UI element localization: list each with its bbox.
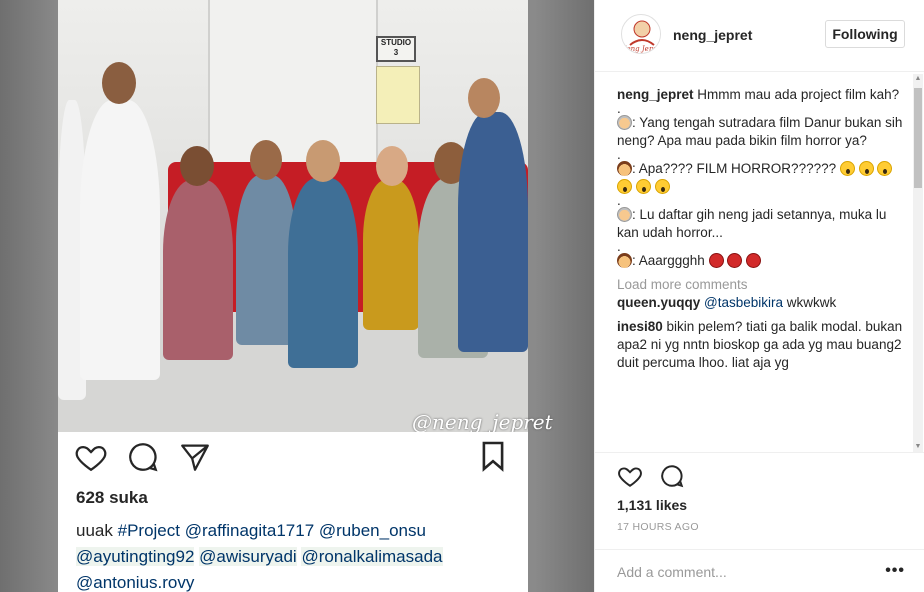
person-3 — [163, 180, 233, 360]
embedded-caption: uuak #Project @raffinagita1717 @ruben_on… — [76, 518, 516, 592]
embedded-tag: @awisuryadi — [199, 547, 297, 566]
scream-emoji-icon — [617, 179, 632, 194]
post-photo: STUDIO 3 — [58, 0, 528, 432]
caption-dot: . — [617, 193, 621, 208]
scream-emoji-icon — [635, 179, 651, 194]
person-2-head — [102, 62, 136, 104]
comment-text: wkwkwk — [783, 295, 837, 310]
scream-emoji-icon — [858, 161, 874, 176]
bookmark-icon — [480, 440, 506, 477]
add-comment-bar: ••• — [595, 549, 924, 592]
embedded-likes: 628 suka — [76, 488, 148, 507]
embedded-action-icons — [74, 440, 212, 479]
caption-line: : Lu daftar gih neng jadi setannya, muka… — [617, 206, 905, 242]
instagram-post-modal: STUDIO 3 @neng_jepret 628 suka uuak #Pro… — [0, 0, 924, 592]
studio-sign-number: 3 — [393, 48, 399, 57]
caption-line: : Aaarggghh — [617, 252, 905, 270]
caption-line-text: : Yang tengah sutradara film Danur bukan… — [617, 115, 903, 148]
person-3-head — [180, 146, 214, 186]
scroll-up-arrow-icon[interactable]: ▲ — [913, 74, 923, 84]
caption-line: : Apa???? FILM HORROR?????? — [617, 160, 905, 196]
caption-line-text: : Aaarggghh — [632, 253, 709, 268]
girl-emoji-icon — [617, 253, 632, 268]
studio-sign: STUDIO 3 — [376, 36, 416, 62]
devil-emoji-icon — [708, 253, 724, 268]
caption-line-text: : Lu daftar gih neng jadi setannya, muka… — [617, 207, 887, 240]
devil-emoji-icon — [746, 253, 762, 268]
comment-item: queen.yuqqy @tasbebikira wkwkwk — [617, 294, 905, 312]
person-8 — [458, 112, 528, 352]
person-5-head — [306, 140, 340, 182]
embedded-tag: @raffinagita1717 — [184, 521, 315, 540]
caption-line: : Yang tengah sutradara film Danur bukan… — [617, 114, 905, 150]
add-comment-input[interactable] — [617, 562, 877, 582]
embedded-tag: #Project — [117, 521, 180, 540]
scream-emoji-icon — [877, 161, 893, 176]
watermark: @neng_jepret — [412, 410, 553, 434]
avatar-logo: Neng Jepret — [622, 16, 661, 53]
devil-emoji-icon — [727, 253, 743, 268]
post-username[interactable]: neng_jepret — [673, 27, 752, 43]
post-timestamp[interactable]: 17 HOURS AGO — [617, 521, 699, 533]
caption-dot: . — [617, 101, 621, 116]
caption-line-text: : Apa???? FILM HORROR?????? — [632, 161, 840, 176]
girl-emoji-icon — [617, 161, 632, 176]
caption-username[interactable]: neng_jepret — [617, 87, 694, 102]
avatar[interactable]: Neng Jepret — [621, 14, 661, 54]
comments-list: neng_jepret Hmmm mau ada project film ka… — [617, 86, 905, 452]
embedded-caption-prefix: uuak — [76, 521, 113, 540]
comment-item: inesi80 bikin pelem? tiati ga balik moda… — [617, 318, 905, 372]
scrollbar-thumb[interactable] — [914, 88, 922, 188]
person-2 — [80, 100, 160, 380]
action-icons — [617, 463, 685, 494]
person-5 — [288, 178, 358, 368]
post-media[interactable]: STUDIO 3 @neng_jepret 628 suka uuak #Pro… — [0, 0, 594, 592]
person-6-head — [376, 146, 408, 186]
caption-text: Hmmm mau ada project film kah? — [697, 87, 900, 102]
comment-mention[interactable]: @tasbebikira — [704, 295, 783, 310]
caption: neng_jepret Hmmm mau ada project film ka… — [617, 86, 905, 104]
scroll-down-arrow-icon[interactable]: ▼ — [913, 442, 923, 452]
comment-username[interactable]: queen.yuqqy — [617, 295, 700, 310]
person-4-head — [250, 140, 282, 180]
person-4 — [236, 175, 296, 345]
comment-username[interactable]: inesi80 — [617, 319, 663, 334]
heart-icon — [74, 440, 108, 479]
embedded-post-footer: 628 suka uuak #Project @raffinagita1717 … — [58, 432, 528, 592]
caption-dot: . — [617, 147, 621, 162]
comments-scrollbar[interactable]: ▲ ▼ — [913, 74, 923, 452]
embedded-tag: @ruben_onsu — [318, 521, 426, 540]
comment-bubble-icon[interactable] — [659, 463, 685, 494]
caption-dot: . — [617, 239, 621, 254]
scream-emoji-icon — [839, 161, 855, 176]
following-button[interactable]: Following — [825, 20, 905, 48]
post-header: Neng Jepret neng_jepret Following — [595, 0, 924, 72]
embedded-tag: @ayutingting92 — [76, 547, 195, 566]
post-actions: 1,131 likes 17 HOURS AGO ••• — [595, 452, 924, 592]
avatar-logo-text: Neng Jepret — [622, 45, 661, 53]
person-6 — [363, 180, 419, 330]
likes-count[interactable]: 1,131 likes — [617, 497, 687, 513]
embedded-tag: @antonius.rovy — [76, 573, 195, 592]
more-options-button[interactable]: ••• — [885, 562, 905, 580]
share-icon — [178, 440, 212, 479]
scream-emoji-icon — [654, 179, 670, 194]
embedded-tag: @ronalkalimasada — [301, 547, 443, 566]
like-heart-icon[interactable] — [617, 463, 643, 494]
old-man-emoji-icon — [617, 115, 632, 130]
wall-notice — [376, 66, 420, 124]
old-man-emoji-icon — [617, 207, 632, 222]
load-more-comments-link[interactable]: Load more comments — [617, 276, 905, 294]
comment-icon — [126, 440, 160, 479]
post-details-panel: Neng Jepret neng_jepret Following neng_j… — [594, 0, 924, 592]
studio-sign-label: STUDIO — [380, 38, 412, 47]
person-8-head — [468, 78, 500, 118]
